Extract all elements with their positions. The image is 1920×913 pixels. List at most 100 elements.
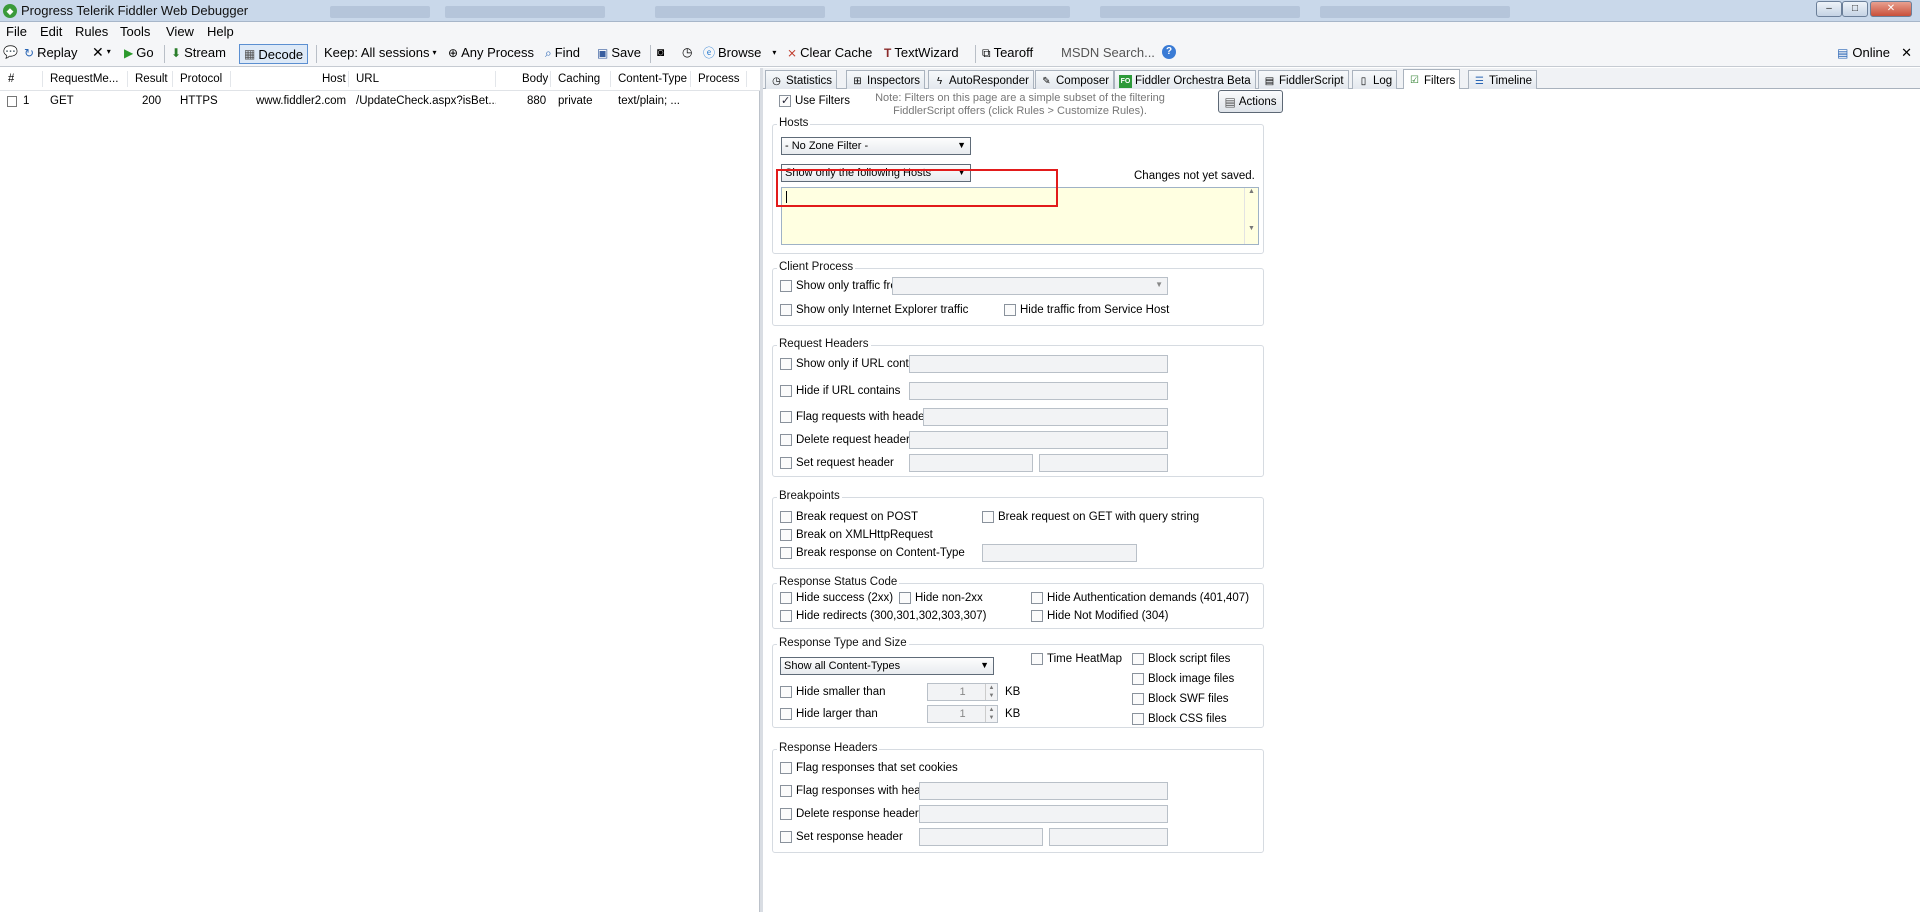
- flag-cookies-checkbox[interactable]: Flag responses that set cookies: [780, 762, 958, 774]
- block-swf-checkbox[interactable]: Block SWF files: [1132, 693, 1229, 705]
- set-response-checkbox[interactable]: Set response header: [780, 831, 903, 843]
- break-get-query-checkbox[interactable]: Break request on GET with query string: [982, 511, 1199, 523]
- set-request-value-input[interactable]: [1039, 454, 1168, 472]
- col-result[interactable]: Result: [135, 73, 168, 85]
- menu-edit[interactable]: Edit: [40, 24, 62, 39]
- flag-requests-checkbox[interactable]: Flag requests with headers: [780, 411, 934, 423]
- find-button[interactable]: ⌕ Find: [545, 45, 580, 60]
- flag-requests-input[interactable]: [923, 408, 1168, 426]
- tab-timeline[interactable]: ☰ Timeline: [1468, 70, 1538, 89]
- hide-service-host-checkbox[interactable]: Hide traffic from Service Host: [1004, 304, 1169, 316]
- hide-if-url-checkbox[interactable]: Hide if URL contains: [780, 385, 900, 397]
- checkbox-checked[interactable]: [779, 94, 791, 107]
- col-process[interactable]: Process: [698, 73, 740, 85]
- hide-redirects-checkbox[interactable]: Hide redirects (300,301,302,303,307): [780, 610, 987, 622]
- checkbox[interactable]: [780, 686, 792, 698]
- col-request-method[interactable]: RequestMe...: [50, 73, 122, 85]
- checkbox[interactable]: [1132, 673, 1144, 685]
- any-process-button[interactable]: ⊕ Any Process: [448, 45, 534, 60]
- hide-larger-checkbox[interactable]: Hide larger than: [780, 708, 878, 720]
- checkbox[interactable]: [780, 457, 792, 469]
- msdn-search-input[interactable]: MSDN Search...: [1061, 45, 1155, 60]
- checkbox[interactable]: [780, 358, 792, 370]
- flag-responses-input[interactable]: [919, 782, 1168, 800]
- col-url[interactable]: URL: [356, 73, 379, 85]
- close-toolbar-icon[interactable]: ✕: [1901, 45, 1912, 61]
- delete-request-input[interactable]: [909, 431, 1168, 449]
- show-if-url-checkbox[interactable]: Show only if URL contains: [780, 358, 930, 370]
- menu-rules[interactable]: Rules: [75, 24, 108, 39]
- set-request-checkbox[interactable]: Set request header: [780, 457, 894, 469]
- use-filters-checkbox[interactable]: Use Filters: [779, 94, 850, 107]
- help-button[interactable]: ?: [1162, 45, 1176, 59]
- col-caching[interactable]: Caching: [558, 73, 600, 85]
- checkbox[interactable]: [780, 831, 792, 843]
- break-xhr-checkbox[interactable]: Break on XMLHttpRequest: [780, 529, 933, 541]
- time-heatmap-checkbox[interactable]: Time HeatMap: [1031, 653, 1122, 665]
- show-only-ie-checkbox[interactable]: Show only Internet Explorer traffic: [780, 304, 968, 316]
- col-host[interactable]: Host: [322, 73, 346, 85]
- checkbox[interactable]: [780, 808, 792, 820]
- checkbox[interactable]: [982, 511, 994, 523]
- col-body[interactable]: Body: [522, 73, 548, 85]
- checkbox[interactable]: [780, 547, 792, 559]
- block-script-checkbox[interactable]: Block script files: [1132, 653, 1230, 665]
- stepper-arrows-icon[interactable]: ▲ ▼: [985, 706, 997, 722]
- window-close-button[interactable]: ✕: [1870, 1, 1912, 17]
- hide-if-url-input[interactable]: [909, 382, 1168, 400]
- delete-request-checkbox[interactable]: Delete request headers: [780, 434, 916, 446]
- menu-file[interactable]: File: [6, 24, 27, 39]
- checkbox[interactable]: [780, 385, 792, 397]
- checkbox[interactable]: [780, 592, 792, 604]
- checkbox[interactable]: [780, 785, 792, 797]
- checkbox[interactable]: [780, 708, 792, 720]
- keep-sessions-dropdown[interactable]: Keep: All sessions ▾: [324, 45, 437, 60]
- block-css-checkbox[interactable]: Block CSS files: [1132, 713, 1227, 725]
- online-status[interactable]: ▤ Online: [1837, 45, 1890, 60]
- checkbox[interactable]: [1031, 610, 1043, 622]
- scroll-down-icon[interactable]: ▼: [1245, 225, 1258, 232]
- checkbox[interactable]: [780, 304, 792, 316]
- menu-help[interactable]: Help: [207, 24, 234, 39]
- tab-filters[interactable]: ☑ Filters: [1403, 69, 1461, 89]
- set-request-name-input[interactable]: [909, 454, 1033, 472]
- hide-smaller-checkbox[interactable]: Hide smaller than: [780, 686, 885, 698]
- minimize-button[interactable]: –: [1816, 1, 1842, 17]
- screenshot-button[interactable]: ◙: [657, 45, 664, 59]
- browse-button[interactable]: ⓔ Browse ▾: [703, 45, 776, 60]
- break-content-type-input[interactable]: [982, 544, 1137, 562]
- text-wizard-button[interactable]: T TextWizard: [884, 45, 959, 60]
- checkbox[interactable]: [780, 529, 792, 541]
- stepper-arrows-icon[interactable]: ▲ ▼: [985, 684, 997, 700]
- tab-statistics[interactable]: ◷ Statistics: [765, 70, 838, 89]
- save-button[interactable]: ▣ Save: [597, 45, 641, 60]
- timer-button[interactable]: ◷: [682, 45, 692, 59]
- hide-non2xx-checkbox[interactable]: Hide non-2xx: [899, 592, 983, 604]
- process-select[interactable]: ▼: [892, 277, 1168, 295]
- tab-fiddler-orchestra[interactable]: FO Fiddler Orchestra Beta: [1114, 70, 1256, 89]
- checkbox[interactable]: [780, 762, 792, 774]
- delete-response-checkbox[interactable]: Delete response headers: [780, 808, 925, 820]
- checkbox[interactable]: [1004, 304, 1016, 316]
- smaller-than-stepper[interactable]: 1 ▲ ▼: [927, 683, 998, 701]
- stream-button[interactable]: ⬇ Stream: [171, 45, 226, 60]
- checkbox[interactable]: [1031, 592, 1043, 604]
- checkbox[interactable]: [780, 280, 792, 292]
- hide-success-checkbox[interactable]: Hide success (2xx): [780, 592, 893, 604]
- zone-filter-dropdown[interactable]: - No Zone Filter - ▼: [781, 137, 971, 155]
- menu-view[interactable]: View: [166, 24, 194, 39]
- tearoff-button[interactable]: ⧉ Tearoff: [982, 45, 1033, 60]
- tab-fiddlerscript[interactable]: ▤ FiddlerScript: [1258, 70, 1349, 89]
- actions-button[interactable]: ▤ Actions: [1218, 90, 1283, 113]
- checkbox[interactable]: [1132, 653, 1144, 665]
- remove-sessions-button[interactable]: ✕ ▾: [92, 45, 111, 59]
- checkbox[interactable]: [899, 592, 911, 604]
- tab-composer[interactable]: ✎ Composer: [1035, 70, 1115, 89]
- show-if-url-input[interactable]: [909, 355, 1168, 373]
- menu-tools[interactable]: Tools: [120, 24, 150, 39]
- content-type-dropdown[interactable]: Show all Content-Types ▼: [780, 657, 994, 675]
- comment-button[interactable]: 💬: [3, 45, 18, 59]
- break-post-checkbox[interactable]: Break request on POST: [780, 511, 918, 523]
- checkbox[interactable]: [1031, 653, 1043, 665]
- hide-auth-checkbox[interactable]: Hide Authentication demands (401,407): [1031, 592, 1249, 604]
